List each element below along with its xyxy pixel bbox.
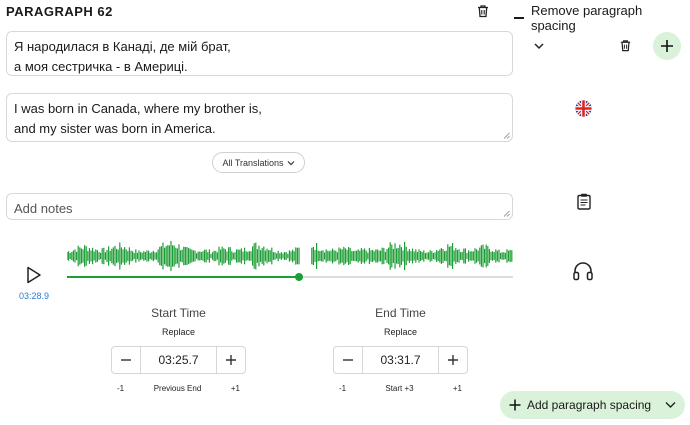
resize-handle-icon[interactable]: [503, 132, 510, 139]
translation-text-line: and my sister was born in America.: [14, 121, 216, 136]
start-time-group: Start Time Replace 03:25.7 -1 Previous E…: [111, 306, 246, 393]
add-spacing-label: Add paragraph spacing: [527, 398, 652, 412]
original-text-field[interactable]: Я народилася в Канаді, де мій брат, а мо…: [6, 31, 513, 76]
add-paragraph-spacing-button[interactable]: Add paragraph spacing: [500, 391, 685, 419]
minus-icon: [121, 359, 131, 361]
translation-text-line: I was born in Canada, where my brother i…: [14, 101, 262, 116]
end-time-replace-button[interactable]: Replace: [333, 327, 468, 337]
remove-paragraph-spacing-button[interactable]: Remove paragraph spacing: [514, 3, 690, 33]
plus-icon: [509, 399, 521, 411]
end-time-label: End Time: [375, 306, 426, 320]
translation-text-field[interactable]: I was born in Canada, where my brother i…: [6, 93, 513, 142]
end-minus-one-button[interactable]: -1: [339, 384, 346, 393]
notes-placeholder: Add notes: [14, 201, 73, 216]
start-plus-three-button[interactable]: Start +3: [385, 384, 413, 393]
end-time-decrement-button[interactable]: [334, 347, 362, 373]
audio-waveform[interactable]: [67, 238, 513, 276]
plus-icon: [661, 40, 673, 52]
paragraph-title: PARAGRAPH 62: [6, 4, 113, 19]
remove-spacing-label: Remove paragraph spacing: [530, 3, 643, 33]
current-time-readout: 03:28.9: [19, 291, 50, 301]
paragraph-actions-row: [527, 32, 682, 60]
start-time-decrement-button[interactable]: [112, 347, 140, 373]
start-time-increment-button[interactable]: [217, 347, 245, 373]
minus-icon: [514, 17, 524, 19]
chevron-down-icon[interactable]: [665, 401, 676, 409]
uk-flag-icon[interactable]: [575, 100, 592, 117]
playback-scrub-handle[interactable]: [294, 273, 303, 281]
start-plus-one-button[interactable]: +1: [231, 384, 240, 393]
end-time-group: End Time Replace 03:31.7 -1 Start +3 +1: [333, 306, 468, 393]
start-time-label: Start Time: [151, 306, 206, 320]
add-paragraph-button[interactable]: [653, 32, 681, 60]
end-time-shortcuts: -1 Start +3 +1: [333, 384, 468, 393]
all-translations-button[interactable]: All Translations: [212, 152, 305, 173]
start-time-replace-button[interactable]: Replace: [111, 327, 246, 337]
end-time-input[interactable]: 03:31.7: [362, 347, 439, 373]
original-text-line: а моя сестричка - в Америці.: [14, 59, 188, 74]
all-translations-label: All Translations: [222, 157, 284, 168]
resize-handle-icon[interactable]: [503, 210, 510, 217]
plus-icon: [448, 355, 458, 365]
minus-icon: [343, 359, 353, 361]
original-text-line: Я народилася в Канаді, де мій брат,: [14, 39, 231, 54]
start-time-stepper: 03:25.7: [111, 346, 246, 374]
play-icon[interactable]: [26, 266, 42, 284]
chevron-down-icon: [287, 160, 294, 165]
playback-progress-track[interactable]: [67, 273, 513, 281]
playback-progress-fill: [67, 276, 299, 278]
clipboard-icon[interactable]: [577, 193, 591, 210]
start-time-input[interactable]: 03:25.7: [140, 347, 217, 373]
start-minus-one-button[interactable]: -1: [117, 384, 124, 393]
previous-end-button[interactable]: Previous End: [154, 384, 202, 393]
delete-paragraph-trash-icon[interactable]: [476, 4, 490, 18]
notes-field[interactable]: Add notes: [6, 193, 513, 220]
end-time-increment-button[interactable]: [439, 347, 467, 373]
end-plus-one-button[interactable]: +1: [453, 384, 462, 393]
chevron-down-icon[interactable]: [533, 40, 545, 52]
headphones-icon[interactable]: [572, 260, 594, 282]
plus-icon: [226, 355, 236, 365]
start-time-shortcuts: -1 Previous End +1: [111, 384, 246, 393]
end-time-stepper: 03:31.7: [333, 346, 468, 374]
trash-icon[interactable]: [619, 39, 632, 52]
